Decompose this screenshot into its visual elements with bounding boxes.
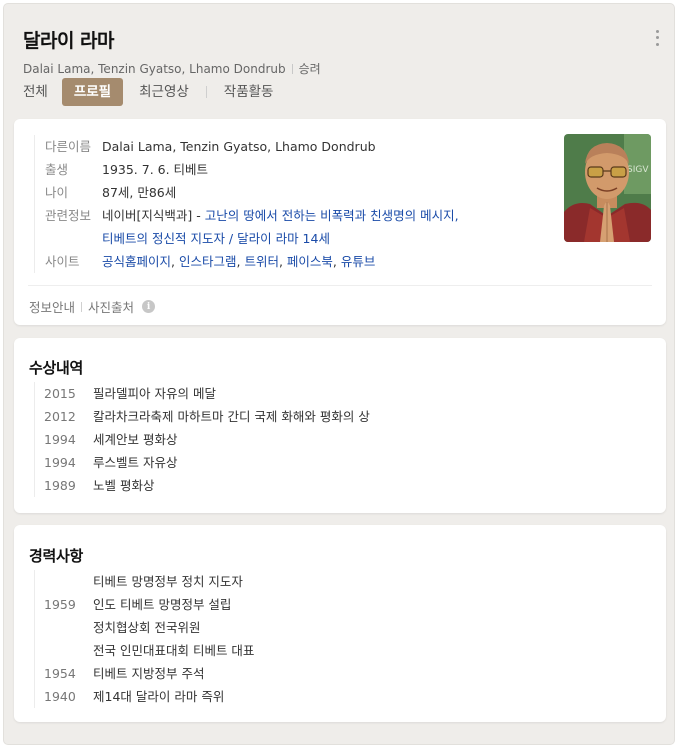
- person-occupation: 승려: [298, 62, 321, 76]
- info-notice-link[interactable]: 정보안내: [29, 297, 75, 316]
- tab-all[interactable]: 전체: [23, 78, 52, 106]
- info-row-age: 나이 87세, 만86세: [45, 181, 549, 204]
- list-item: 1940 제14대 달라이 라마 즉위: [44, 685, 254, 708]
- career-year: 1940: [44, 689, 76, 704]
- tab-works[interactable]: 작품활동: [220, 78, 278, 106]
- award-name: 노벨 평화상: [93, 478, 155, 493]
- list-item: 2012 칼라차크라축제 마하트마 간디 국제 화해와 평화의 상: [44, 405, 370, 428]
- header: 달라이 라마 Dalai Lama, Tenzin Gyatso, Lhamo …: [23, 26, 663, 77]
- career-position: 인도 티베트 망명정부 설립: [93, 597, 232, 612]
- person-aliases: Dalai Lama, Tenzin Gyatso, Lhamo Dondrub: [23, 61, 286, 76]
- award-year: 2015: [44, 386, 76, 401]
- divider: [81, 301, 83, 312]
- list-item: 2015 필라델피아 자유의 메달: [44, 382, 370, 405]
- list-item: 티베트 망명정부 정치 지도자: [44, 570, 254, 593]
- awards-title: 수상내역: [29, 359, 84, 377]
- info-row-birth: 출생 1935. 7. 6. 티베트: [45, 158, 549, 181]
- award-name: 세계안보 평화상: [93, 432, 178, 447]
- separator: ,: [171, 254, 179, 269]
- site-links: 공식홈페이지, 인스타그램, 트위터, 페이스북, 유튜브: [102, 250, 375, 273]
- more-options-icon[interactable]: [651, 28, 663, 48]
- site-link-facebook[interactable]: 페이스북: [287, 254, 333, 269]
- career-list: 티베트 망명정부 정치 지도자 1959 인도 티베트 망명정부 설립 정치협상…: [34, 570, 254, 708]
- career-year: [44, 639, 93, 662]
- info-label: 나이: [45, 185, 69, 200]
- career-position: 티베트 망명정부 정치 지도자: [93, 574, 243, 589]
- divider: [28, 285, 652, 286]
- award-name: 칼라차크라축제 마하트마 간디 국제 화해와 평화의 상: [93, 409, 370, 424]
- photo-source-link[interactable]: 사진출처: [88, 297, 134, 316]
- career-position: 티베트 지방정부 주석: [93, 666, 205, 681]
- info-value: Dalai Lama, Tenzin Gyatso, Lhamo Dondrub: [102, 139, 376, 154]
- related-dash: -: [196, 208, 201, 223]
- info-row-related: 관련정보 네이버[지식백과] - 고난의 땅에서 전하는 비폭력과 친생명의 메…: [45, 204, 549, 250]
- career-title: 경력사항: [29, 547, 84, 565]
- list-item: 1994 세계안보 평화상: [44, 428, 370, 451]
- list-item: 1954 티베트 지방정부 주석: [44, 662, 254, 685]
- list-item: 1959 인도 티베트 망명정부 설립: [44, 593, 254, 616]
- awards-card: 수상내역 2015 필라델피아 자유의 메달 2012 칼라차크라축제 마하트마…: [14, 338, 666, 513]
- tab-divider: [205, 86, 207, 98]
- site-link-youtube[interactable]: 유튜브: [341, 254, 376, 269]
- list-item: 전국 인민대표대회 티베트 대표: [44, 639, 254, 662]
- info-value: 네이버[지식백과] - 고난의 땅에서 전하는 비폭력과 친생명의 메시지, 티…: [102, 204, 459, 250]
- separator: ,: [332, 254, 341, 269]
- award-name: 루스벨트 자유상: [93, 455, 178, 470]
- list-item: 1989 노벨 평화상: [44, 474, 370, 497]
- site-link-twitter[interactable]: 트위터: [244, 254, 279, 269]
- divider: [291, 63, 293, 74]
- related-link-article[interactable]: 고난의 땅에서 전하는 비폭력과 친생명의 메시지,: [205, 208, 459, 223]
- career-position: 전국 인민대표대회 티베트 대표: [93, 643, 255, 658]
- list-item: 정치협상회 전국위원: [44, 616, 254, 639]
- career-card: 경력사항 티베트 망명정부 정치 지도자 1959 인도 티베트 망명정부 설립…: [14, 525, 666, 722]
- info-label: 사이트: [45, 254, 80, 269]
- info-row-other-names: 다른이름 Dalai Lama, Tenzin Gyatso, Lhamo Do…: [45, 135, 549, 158]
- award-year: 1994: [44, 455, 76, 470]
- info-icon[interactable]: i: [142, 300, 156, 313]
- award-year: 1989: [44, 478, 76, 493]
- separator: ,: [278, 254, 287, 269]
- person-info-panel: 달라이 라마 Dalai Lama, Tenzin Gyatso, Lhamo …: [4, 4, 674, 744]
- career-year: [44, 570, 93, 593]
- career-position: 정치협상회 전국위원: [93, 620, 201, 635]
- award-name: 필라델피아 자유의 메달: [93, 386, 216, 401]
- related-source: 네이버[지식백과]: [102, 208, 193, 223]
- profile-photo-image: SIGV: [564, 134, 651, 242]
- career-year: 1959: [44, 597, 76, 612]
- tab-recent-videos[interactable]: 최근영상: [135, 78, 193, 106]
- site-link-instagram[interactable]: 인스타그램: [179, 254, 237, 269]
- career-position: 제14대 달라이 라마 즉위: [93, 689, 225, 704]
- career-year: 1954: [44, 666, 76, 681]
- info-label: 출생: [45, 162, 69, 177]
- info-label: 관련정보: [45, 208, 92, 223]
- svg-text:SIGV: SIGV: [627, 165, 649, 175]
- tab-bar: 전체 프로필 최근영상 작품활동: [23, 78, 277, 106]
- person-subtitle: Dalai Lama, Tenzin Gyatso, Lhamo Dondrub…: [23, 60, 663, 77]
- related-link-title[interactable]: 티베트의 정신적 지도자 / 달라이 라마 14세: [102, 231, 330, 246]
- info-value: 1935. 7. 6. 티베트: [102, 162, 209, 177]
- site-link-official[interactable]: 공식홈페이지: [102, 254, 171, 269]
- profile-card: 다른이름 Dalai Lama, Tenzin Gyatso, Lhamo Do…: [14, 119, 666, 325]
- person-name: 달라이 라마: [23, 30, 115, 52]
- career-year: [44, 616, 93, 639]
- profile-photo[interactable]: SIGV: [564, 134, 651, 242]
- award-year: 2012: [44, 409, 76, 424]
- tab-profile[interactable]: 프로필: [61, 78, 124, 106]
- info-value: 87세, 만86세: [102, 185, 177, 200]
- awards-list: 2015 필라델피아 자유의 메달 2012 칼라차크라축제 마하트마 간디 국…: [34, 382, 370, 497]
- info-label: 다른이름: [45, 139, 92, 154]
- profile-footer: 정보안내 사진출처 i: [29, 297, 156, 316]
- list-item: 1994 루스벨트 자유상: [44, 451, 370, 474]
- award-year: 1994: [44, 432, 76, 447]
- info-row-site: 사이트 공식홈페이지, 인스타그램, 트위터, 페이스북, 유튜브: [45, 250, 549, 273]
- profile-info-list: 다른이름 Dalai Lama, Tenzin Gyatso, Lhamo Do…: [34, 135, 549, 273]
